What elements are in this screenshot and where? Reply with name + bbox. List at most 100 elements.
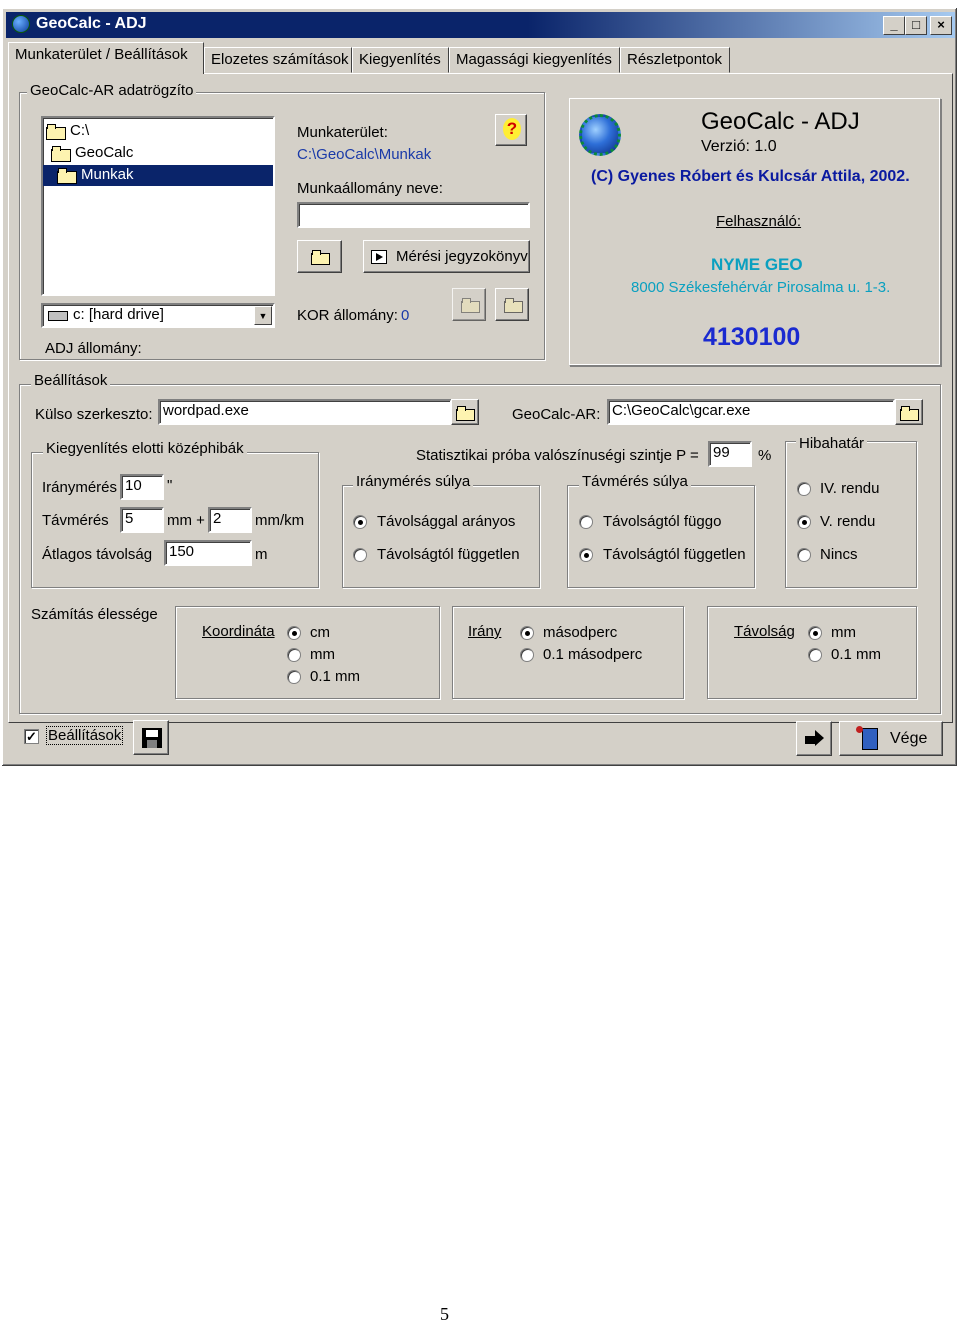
direction-second-radio[interactable] [520, 626, 534, 640]
distance-error-prop-input[interactable]: 2 [208, 507, 252, 533]
info-copyright: (C) Gyenes Róbert és Kulcsár Attila, 200… [591, 168, 910, 185]
dir-weight-independent-label[interactable]: Távolságtól független [377, 546, 520, 563]
distance-01mm-label[interactable]: 0.1 mm [831, 646, 881, 663]
distance-mm-radio[interactable] [808, 626, 822, 640]
app-globe-icon [12, 15, 30, 33]
tab-adjustment[interactable]: Kiegyenlítés [352, 47, 449, 73]
close-button[interactable]: × [930, 16, 952, 35]
next-button[interactable] [796, 721, 832, 756]
external-editor-input[interactable]: wordpad.exe [158, 399, 452, 425]
avg-distance-input[interactable]: 150 [164, 540, 252, 566]
tab-detail-points[interactable]: Részletpontok [620, 47, 730, 73]
error-limit-none-radio[interactable] [797, 548, 811, 562]
distance-mm-label[interactable]: mm [831, 624, 856, 641]
folders-icon [504, 298, 523, 313]
maximize-button[interactable]: □ [905, 16, 927, 35]
coordinate-precision-label: Koordináta [202, 623, 275, 640]
folder-open-icon [311, 250, 330, 265]
folder-open-icon [456, 406, 475, 421]
gcar-browse-button[interactable] [895, 399, 923, 425]
settings-group-title: Beállítások [31, 372, 111, 389]
tab-preliminary-calculations[interactable]: Elozetes számítások [204, 47, 352, 73]
drive-select[interactable]: c: [hard drive] ▼ [41, 303, 275, 328]
kor-multi-open-button[interactable] [495, 288, 529, 321]
distance-01mm-radio[interactable] [808, 648, 822, 662]
help-icon: ? [503, 118, 521, 140]
play-triangle-icon [376, 253, 383, 261]
folder-tree[interactable]: C:\ GeoCalc Munkak [41, 116, 275, 296]
error-limit-title: Hibahatár [796, 435, 868, 452]
error-limit-none-label[interactable]: Nincs [820, 546, 858, 563]
exit-button[interactable]: Vége [839, 721, 943, 756]
arrow-right-head-icon [815, 730, 824, 746]
tab-panel: GeoCalc-AR adatrögzíto C:\ GeoCalc Munka… [8, 73, 953, 723]
drive-select-value: c: [hard drive] [73, 306, 164, 323]
coord-mm-label[interactable]: mm [310, 646, 335, 663]
hard-drive-icon [48, 311, 68, 321]
measurement-protocol-button[interactable]: Mérési jegyzokönyv [363, 240, 530, 273]
info-app-name: GeoCalc - ADJ [701, 108, 860, 135]
dir-weight-independent-radio[interactable] [353, 548, 367, 562]
distance-error-const-input[interactable]: 5 [120, 507, 164, 533]
dist-weight-independent-label[interactable]: Távolságtól független [603, 546, 746, 563]
coord-mm-radio[interactable] [287, 648, 301, 662]
page-number: 5 [440, 1304, 449, 1324]
tab-workspace-settings[interactable]: Munkaterület / Beállítások [8, 42, 204, 74]
open-folder-button[interactable] [297, 240, 342, 273]
tree-item-label: C:\ [70, 122, 90, 139]
main-window: GeoCalc - ADJ _ □ × Munkaterület / Beáll… [1, 7, 958, 767]
adj-file-label: ADJ állomány: [45, 340, 142, 357]
folder-open-icon [51, 146, 71, 163]
direction-01second-radio[interactable] [520, 648, 534, 662]
error-limit-v-label[interactable]: V. rendu [820, 513, 875, 530]
distance-precision-label: Távolság [734, 623, 795, 640]
direction-weight-title: Iránymérés súlya [353, 473, 474, 490]
info-user-label: Felhasználó: [716, 213, 802, 230]
error-limit-v-radio[interactable] [797, 515, 811, 529]
info-organization: NYME GEO [711, 255, 803, 274]
globe-logo-icon [579, 114, 621, 156]
error-limit-iv-radio[interactable] [797, 482, 811, 496]
title-bar: GeoCalc - ADJ _ □ × [6, 12, 955, 38]
gcar-input[interactable]: C:\GeoCalc\gcar.exe [607, 399, 895, 425]
coord-01mm-radio[interactable] [287, 670, 301, 684]
settings-checkbox-label[interactable]: Beállítások [46, 726, 124, 745]
chevron-down-icon[interactable]: ▼ [254, 306, 272, 325]
floppy-disk-icon [142, 728, 162, 748]
direction-01second-label[interactable]: 0.1 másodperc [543, 646, 642, 663]
tree-item-root[interactable]: C:\ [46, 122, 90, 141]
editor-browse-button[interactable] [451, 399, 479, 425]
distance-error-const-unit: mm + [167, 512, 205, 529]
coord-cm-label[interactable]: cm [310, 624, 330, 641]
coord-cm-radio[interactable] [287, 626, 301, 640]
tab-height-adjustment[interactable]: Magassági kiegyenlítés [449, 47, 620, 73]
dir-weight-proportional-radio[interactable] [353, 515, 367, 529]
direction-error-input[interactable]: 10 [120, 474, 164, 500]
dir-weight-proportional-label[interactable]: Távolsággal arányos [377, 513, 515, 530]
file-name-input[interactable] [297, 202, 530, 228]
recorder-group-title: GeoCalc-AR adatrögzíto [27, 82, 197, 99]
help-button[interactable]: ? [495, 114, 527, 146]
save-button[interactable] [133, 720, 169, 755]
info-address: 8000 Székesfehérvár Pirosalma u. 1-3. [631, 279, 891, 296]
dist-weight-dependent-label[interactable]: Távolságtól függo [603, 513, 721, 530]
dist-weight-independent-radio[interactable] [579, 548, 593, 562]
tree-item-label: Munkak [81, 166, 134, 183]
minimize-button[interactable]: _ [883, 16, 905, 35]
info-version: Verzió: 1.0 [701, 138, 777, 155]
dist-weight-dependent-radio[interactable] [579, 515, 593, 529]
error-limit-iv-label[interactable]: IV. rendu [820, 480, 880, 497]
floppy-shutter-icon [147, 740, 157, 748]
tree-item-geocalc[interactable]: GeoCalc [51, 144, 133, 163]
exit-door-icon [862, 728, 878, 750]
tree-item-munkak[interactable]: Munkak [43, 165, 273, 186]
stat-level-label: Statisztikai próba valószínuségi szintje… [416, 447, 699, 464]
window-title: GeoCalc - ADJ [36, 15, 147, 32]
coord-01mm-label[interactable]: 0.1 mm [310, 668, 360, 685]
kor-open-button[interactable] [452, 288, 486, 321]
settings-checkbox[interactable]: ✓ [24, 729, 39, 744]
protocol-button-label: Mérési jegyzokönyv [396, 248, 528, 265]
stat-level-input[interactable]: 99 [708, 441, 752, 467]
gcar-label: GeoCalc-AR: [512, 406, 601, 423]
direction-second-label[interactable]: másodperc [543, 624, 617, 641]
